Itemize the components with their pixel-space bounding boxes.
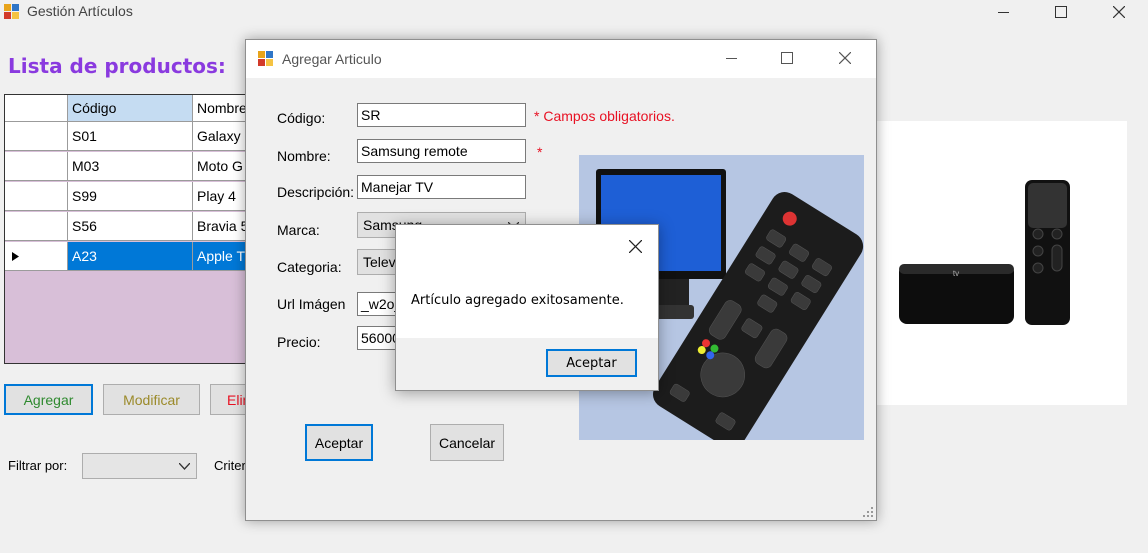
filter-combo[interactable] bbox=[82, 453, 197, 479]
dialog-title: Agregar Articulo bbox=[282, 51, 382, 67]
main-window-title: Gestión Artículos bbox=[27, 3, 133, 19]
filter-label: Filtrar por: bbox=[8, 458, 68, 473]
cell-codigo[interactable]: S99 bbox=[68, 182, 193, 211]
descripcion-field[interactable]: Manejar TV bbox=[357, 175, 526, 199]
minimize-icon bbox=[725, 57, 737, 59]
product-image: tv bbox=[870, 121, 1127, 405]
close-icon bbox=[628, 239, 642, 253]
main-title-bar: Gestión Artículos bbox=[0, 0, 1148, 24]
message-close-button[interactable] bbox=[612, 231, 658, 261]
message-text: Artículo agregado exitosamente. bbox=[411, 293, 624, 308]
dialog-maximize-button[interactable] bbox=[764, 46, 810, 70]
minimize-button[interactable] bbox=[980, 0, 1026, 24]
categoria-combo-value: Telev bbox=[363, 254, 396, 270]
products-heading: Lista de productos: bbox=[8, 54, 226, 78]
dialog-cancel-button[interactable]: Cancelar bbox=[430, 424, 504, 461]
url-imagen-label: Url Imágen bbox=[277, 296, 346, 312]
add-button[interactable]: Agregar bbox=[4, 384, 93, 415]
message-footer: Aceptar bbox=[396, 338, 658, 390]
chevron-down-icon bbox=[179, 463, 190, 470]
apple-tv-image: tv bbox=[899, 180, 1070, 325]
categoria-label: Categoria: bbox=[277, 259, 342, 275]
row-header[interactable] bbox=[5, 182, 68, 211]
svg-text:tv: tv bbox=[953, 269, 959, 278]
dialog-app-icon bbox=[258, 51, 273, 66]
cell-codigo[interactable]: A23 bbox=[68, 242, 193, 271]
row-header[interactable] bbox=[5, 122, 68, 151]
dialog-minimize-button[interactable] bbox=[708, 46, 754, 70]
message-ok-button[interactable]: Aceptar bbox=[546, 349, 637, 377]
cell-codigo[interactable]: S56 bbox=[68, 212, 193, 241]
row-header[interactable] bbox=[5, 152, 68, 181]
dialog-title-bar: Agregar Articulo bbox=[246, 40, 876, 78]
row-header[interactable] bbox=[5, 212, 68, 241]
modify-button[interactable]: Modificar bbox=[103, 384, 200, 415]
minimize-icon bbox=[997, 11, 1009, 13]
nombre-field[interactable]: Samsung remote bbox=[357, 139, 526, 163]
codigo-field[interactable]: SR bbox=[357, 103, 526, 127]
app-icon bbox=[4, 4, 19, 19]
grid-header-rowhead bbox=[5, 95, 68, 122]
row-header[interactable] bbox=[5, 242, 68, 271]
precio-label: Precio: bbox=[277, 334, 321, 350]
required-star: * bbox=[537, 144, 543, 160]
close-icon bbox=[839, 52, 851, 64]
nombre-label: Nombre: bbox=[277, 148, 331, 164]
current-row-arrow-icon bbox=[12, 252, 19, 261]
descripcion-label: Descripción: bbox=[277, 184, 355, 200]
message-box: Artículo agregado exitosamente. Aceptar bbox=[395, 224, 659, 391]
close-button[interactable] bbox=[1096, 0, 1142, 24]
maximize-icon bbox=[781, 52, 793, 64]
grid-header-codigo[interactable]: Código bbox=[68, 95, 193, 122]
marca-label: Marca: bbox=[277, 222, 320, 238]
resize-grip-icon[interactable] bbox=[863, 507, 873, 517]
criteria-label: Criteri bbox=[214, 458, 249, 473]
required-note: * Campos obligatorios. bbox=[534, 108, 675, 124]
close-icon bbox=[1113, 6, 1125, 18]
dialog-accept-button[interactable]: Aceptar bbox=[305, 424, 373, 461]
maximize-icon bbox=[1055, 6, 1067, 18]
cell-codigo[interactable]: S01 bbox=[68, 122, 193, 151]
cell-codigo[interactable]: M03 bbox=[68, 152, 193, 181]
dialog-close-button[interactable] bbox=[822, 46, 868, 70]
codigo-label: Código: bbox=[277, 110, 326, 126]
maximize-button[interactable] bbox=[1038, 0, 1084, 24]
